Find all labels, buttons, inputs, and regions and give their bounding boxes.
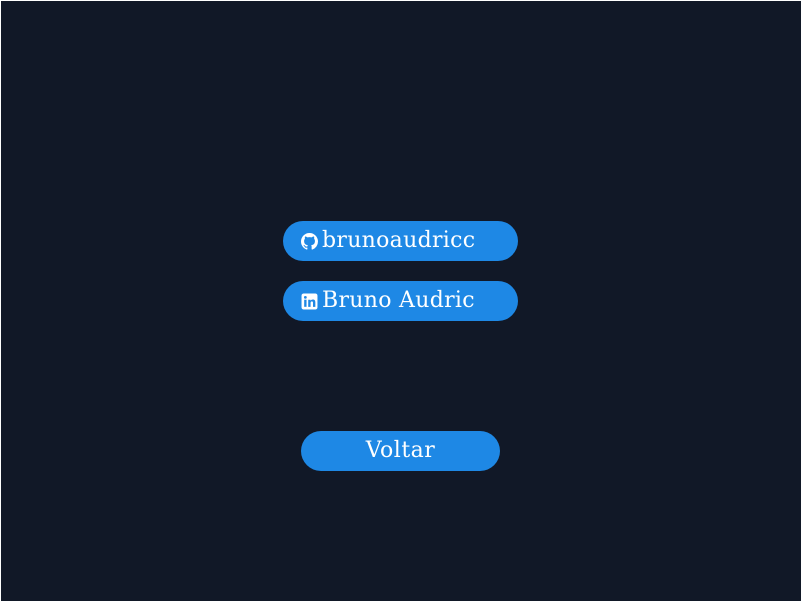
- linkedin-icon: [301, 293, 318, 310]
- github-link-button[interactable]: brunoaudricc: [283, 221, 518, 261]
- linkedin-name: Bruno Audric: [322, 288, 475, 313]
- linkedin-link-button[interactable]: Bruno Audric: [283, 281, 518, 321]
- back-button-label: Voltar: [365, 438, 436, 463]
- back-button[interactable]: Voltar: [301, 431, 500, 471]
- github-username: brunoaudricc: [322, 228, 476, 253]
- github-icon: [301, 232, 318, 250]
- app-screen: brunoaudricc Bruno Audric Voltar: [1, 1, 801, 601]
